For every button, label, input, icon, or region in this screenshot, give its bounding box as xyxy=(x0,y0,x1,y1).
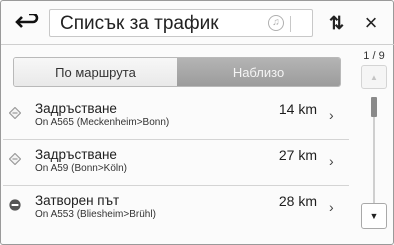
page-indicator: 1 / 9 xyxy=(363,50,385,62)
traffic-list-screen: Списък за трафик ♫ ⇅ × По маршрута Набли… xyxy=(0,0,394,245)
traffic-jam-icon xyxy=(9,153,21,165)
item-title: Задръстване xyxy=(35,101,117,116)
item-subtitle: On A59 (Bonn>Köln) xyxy=(35,163,128,174)
item-title: Задръстване xyxy=(35,147,117,162)
triangle-up-icon: ▲ xyxy=(370,72,378,82)
row-divider xyxy=(3,139,349,140)
tab-nearby[interactable]: Наблизо xyxy=(177,58,340,86)
tab-on-route[interactable]: По маршрута xyxy=(14,58,177,86)
list-item[interactable]: Затворен път On A553 (Bliesheim>Brühl) 2… xyxy=(1,189,349,229)
chevron-right-icon: › xyxy=(329,107,334,123)
page-title: Списък за трафик xyxy=(60,13,219,34)
scroll-down-button[interactable]: ▼ xyxy=(361,203,387,229)
row-divider xyxy=(3,185,349,186)
filter-tabs: По маршрута Наблизо xyxy=(13,57,341,87)
scroll-thumb[interactable] xyxy=(371,97,377,117)
item-title: Затворен път xyxy=(35,193,120,208)
title-divider xyxy=(290,16,291,32)
item-distance: 14 km xyxy=(278,101,317,117)
close-icon: × xyxy=(364,10,378,35)
sort-button[interactable]: ⇅ xyxy=(319,9,351,37)
traffic-jam-icon xyxy=(9,107,21,119)
item-subtitle: On A553 (Bliesheim>Brühl) xyxy=(35,209,156,220)
list-item[interactable]: Задръстване On A565 (Meckenheim>Bonn) 14… xyxy=(1,97,349,137)
header-divider xyxy=(1,44,394,45)
header-bar: Списък за трафик ♫ ⇅ × xyxy=(9,9,387,37)
close-button[interactable]: × xyxy=(355,9,387,37)
back-button[interactable] xyxy=(9,9,47,37)
road-closed-icon xyxy=(9,199,21,211)
chevron-right-icon: › xyxy=(329,199,334,215)
back-arrow-icon xyxy=(15,14,39,28)
scroll-up-button[interactable]: ▲ xyxy=(361,65,387,89)
item-distance: 28 km xyxy=(278,193,317,209)
sort-arrows-icon: ⇅ xyxy=(328,12,344,33)
list-item[interactable]: Задръстване On A59 (Bonn>Köln) 27 km › xyxy=(1,143,349,183)
title-bar: Списък за трафик ♫ xyxy=(49,9,313,37)
item-subtitle: On A565 (Meckenheim>Bonn) xyxy=(35,117,170,128)
item-distance: 27 km xyxy=(278,147,317,163)
chevron-right-icon: › xyxy=(329,153,334,169)
triangle-down-icon: ▼ xyxy=(369,211,379,221)
music-note-icon[interactable]: ♫ xyxy=(268,15,284,31)
